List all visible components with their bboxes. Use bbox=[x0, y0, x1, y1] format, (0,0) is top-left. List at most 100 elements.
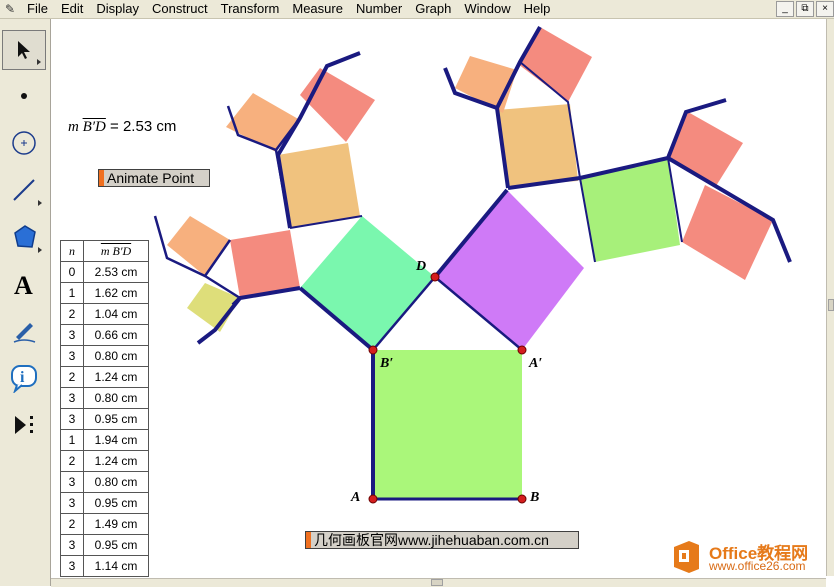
office-logo-icon bbox=[674, 541, 699, 573]
table-row: 2 1.24 cm bbox=[60, 366, 149, 388]
horizontal-scroll-thumb[interactable] bbox=[431, 579, 443, 586]
vertical-scrollbar[interactable] bbox=[826, 19, 834, 576]
menu-file[interactable]: File bbox=[27, 0, 48, 18]
table-row: 3 0.80 cm bbox=[60, 387, 149, 409]
menu-items: File Edit Display Construct Transform Me… bbox=[27, 0, 563, 18]
point-A-prime bbox=[517, 345, 527, 355]
info-icon: i bbox=[11, 365, 37, 393]
label-A: A bbox=[351, 490, 361, 505]
cell-measure: 1.14 cm bbox=[83, 555, 149, 577]
table-row: 3 0.95 cm bbox=[60, 408, 149, 430]
watermark-url: www.office26.com bbox=[709, 559, 806, 573]
pen-icon bbox=[13, 323, 36, 343]
cell-n: 2 bbox=[60, 450, 84, 472]
pythagoras-tree-figure bbox=[153, 26, 792, 504]
table-row: 3 0.95 cm bbox=[60, 492, 149, 514]
cell-measure: 0.80 cm bbox=[83, 387, 149, 409]
table-row: 0 2.53 cm bbox=[60, 261, 149, 283]
menu-measure[interactable]: Measure bbox=[292, 0, 343, 18]
right-square-level1 bbox=[435, 190, 584, 350]
toolbox: A i bbox=[0, 19, 51, 586]
label-A-prime: A′ bbox=[529, 356, 543, 371]
menu-number[interactable]: Number bbox=[356, 0, 402, 18]
base-square bbox=[373, 350, 522, 499]
table-row: 2 1.04 cm bbox=[60, 303, 149, 325]
close-button[interactable]: × bbox=[816, 1, 834, 17]
cell-n: 1 bbox=[60, 429, 84, 451]
vertical-scroll-thumb[interactable] bbox=[828, 299, 834, 311]
menu-construct[interactable]: Construct bbox=[152, 0, 208, 18]
orange-square-left-low bbox=[167, 216, 230, 276]
marker-tool[interactable] bbox=[2, 311, 46, 351]
cell-n: 2 bbox=[60, 366, 84, 388]
cell-measure: 1.24 cm bbox=[83, 450, 149, 472]
animate-point-button[interactable]: Animate Point bbox=[98, 169, 210, 187]
menu-window[interactable]: Window bbox=[464, 0, 510, 18]
table-row: 1 1.62 cm bbox=[60, 282, 149, 304]
point-icon bbox=[21, 93, 27, 99]
custom-tool[interactable] bbox=[2, 405, 46, 445]
information-tool[interactable]: i bbox=[2, 358, 46, 398]
text-tool[interactable]: A bbox=[2, 264, 46, 304]
menu-edit[interactable]: Edit bbox=[61, 0, 83, 18]
cell-n: 3 bbox=[60, 387, 84, 409]
circle-icon bbox=[12, 131, 36, 155]
office26-watermark: Office教程网 www.office26.com bbox=[667, 537, 831, 579]
svg-text:i: i bbox=[20, 369, 25, 386]
label-D: D bbox=[416, 259, 427, 274]
table-row: 3 0.80 cm bbox=[60, 471, 149, 493]
menu-bar: ✎ File Edit Display Construct Transform … bbox=[0, 0, 834, 19]
salmon-square-right-mid bbox=[667, 112, 743, 186]
cell-measure: 1.49 cm bbox=[83, 513, 149, 535]
measurement-value: = 2.53 cm bbox=[105, 118, 177, 135]
table-row: 1 1.94 cm bbox=[60, 429, 149, 451]
menu-help[interactable]: Help bbox=[524, 0, 551, 18]
cell-n: 3 bbox=[60, 534, 84, 556]
peach-square-right bbox=[497, 104, 578, 186]
restore-button[interactable]: ⧉ bbox=[796, 1, 814, 17]
measurement-BprimeD[interactable]: m B′D = 2.53 cm bbox=[68, 118, 176, 136]
minimize-button[interactable]: _ bbox=[776, 1, 794, 17]
label-B-prime: B′ bbox=[380, 356, 394, 371]
app-icon[interactable]: ✎ bbox=[3, 2, 17, 16]
table-header-row: n m B′D bbox=[60, 240, 149, 262]
table-row: 3 0.80 cm bbox=[60, 345, 149, 367]
menu-display[interactable]: Display bbox=[96, 0, 139, 18]
cell-measure: 0.80 cm bbox=[83, 345, 149, 367]
polygon-icon bbox=[14, 225, 36, 248]
cell-measure: 0.95 cm bbox=[83, 408, 149, 430]
cell-measure: 2.53 cm bbox=[83, 261, 149, 283]
cell-n: 3 bbox=[60, 555, 84, 577]
table-row: 3 0.66 cm bbox=[60, 324, 149, 346]
line-segment-icon bbox=[13, 179, 35, 201]
point-B-prime bbox=[368, 345, 378, 355]
menu-graph[interactable]: Graph bbox=[415, 0, 451, 18]
custom-tool-icon bbox=[15, 416, 33, 434]
arrow-select-tool[interactable] bbox=[2, 30, 46, 70]
website-link-button[interactable]: 几何画板官网www.jihehuaban.com.cn bbox=[305, 531, 579, 549]
cell-n: 2 bbox=[60, 303, 84, 325]
cell-measure: 0.80 cm bbox=[83, 471, 149, 493]
cell-measure: 0.95 cm bbox=[83, 534, 149, 556]
cell-measure: 1.62 cm bbox=[83, 282, 149, 304]
svg-text:A: A bbox=[14, 271, 33, 298]
straightedge-tool[interactable] bbox=[2, 170, 46, 210]
cell-n: 3 bbox=[60, 471, 84, 493]
compass-tool[interactable] bbox=[2, 123, 46, 163]
label-B: B bbox=[530, 490, 540, 505]
sketch-canvas[interactable]: A B B′ A′ D m B′D = 2.53 cm Animate Poin… bbox=[51, 19, 826, 578]
cell-n: 3 bbox=[60, 492, 84, 514]
iteration-table[interactable]: n m B′D 0 2.53 cm 1 1.62 cm 2 1.04 cm 3 0.66 cm… bbox=[60, 240, 149, 577]
table-row: 3 0.95 cm bbox=[60, 534, 149, 556]
salmon-square-left-high bbox=[300, 68, 375, 142]
menu-transform[interactable]: Transform bbox=[221, 0, 280, 18]
polygon-tool[interactable] bbox=[2, 217, 46, 257]
cell-n: 2 bbox=[60, 513, 84, 535]
salmon-square-right-low bbox=[682, 185, 773, 280]
arrow-icon bbox=[18, 41, 30, 59]
cell-n: 1 bbox=[60, 282, 84, 304]
point-tool[interactable] bbox=[2, 76, 46, 116]
orange-square-left-high bbox=[226, 93, 300, 152]
text-A-icon: A bbox=[14, 271, 33, 298]
cell-measure: 0.95 cm bbox=[83, 492, 149, 514]
